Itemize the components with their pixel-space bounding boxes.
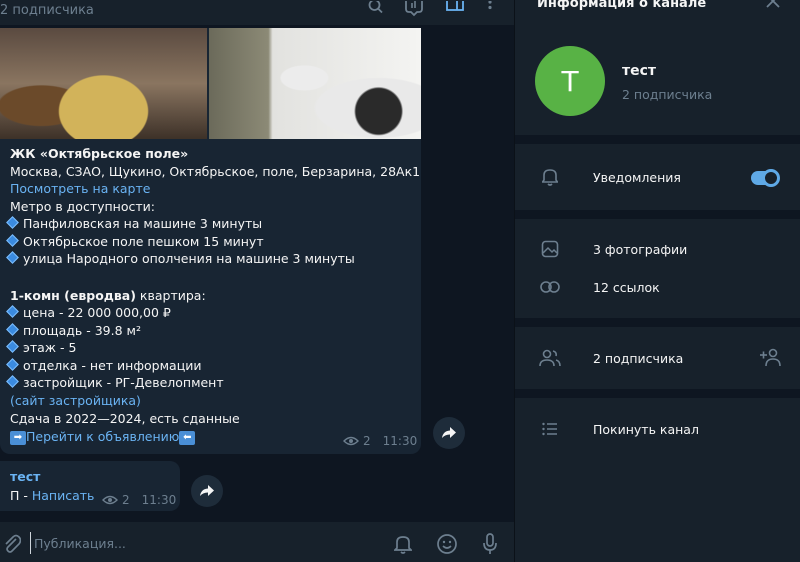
panel-title: Информация о канале: [537, 0, 707, 11]
photos-label: 3 фотографии: [593, 241, 688, 257]
post-photos[interactable]: [0, 28, 421, 139]
diamond-icon: [6, 323, 19, 336]
diamond-icon: [6, 340, 19, 353]
links-row[interactable]: 12 ссылок: [515, 269, 800, 305]
divider: [515, 135, 800, 144]
post-title: ЖК «Октябрьское поле»: [10, 146, 189, 161]
eye-icon: [343, 436, 359, 446]
sidebar-toggle-icon[interactable]: [445, 0, 465, 18]
post-address: Москва, СЗАО, Щукино, Октябрьское, поле,…: [10, 164, 421, 179]
microphone-icon[interactable]: [478, 532, 502, 556]
detail-item: этаж - 5: [0, 339, 76, 357]
notifications-label: Уведомления: [593, 169, 681, 185]
metro-item: Панфиловская на машине 3 минуты: [0, 215, 262, 233]
detail-item: отделка - нет информации: [0, 357, 201, 375]
metro-heading: Метро в доступности:: [10, 199, 155, 214]
diamond-icon: [6, 375, 19, 388]
channel-info-panel: Информация о канале Т тест 2 подписчика …: [514, 0, 800, 562]
photo-icon: [539, 238, 561, 260]
ad-link-line: ➡ Перейти к объявлению ⬅: [10, 428, 196, 446]
developer-site-link[interactable]: (сайт застройщика): [10, 392, 141, 410]
diamond-icon: [6, 251, 19, 264]
leave-channel-row[interactable]: Покинуть канал: [515, 411, 800, 447]
divider: [515, 318, 800, 327]
chat-header: 2 подписчика: [0, 0, 514, 25]
chat-area: 2 подписчика ЖК «Октябрьское поле» Москв…: [0, 0, 514, 562]
link-icon: [539, 276, 561, 298]
message-composer: [0, 522, 514, 562]
photos-row[interactable]: 3 фотографии: [515, 231, 800, 267]
diamond-icon: [6, 216, 19, 229]
channel-subscribers: 2 подписчика: [622, 87, 713, 102]
voice-chat-icon[interactable]: [404, 0, 424, 18]
ad-link[interactable]: Перейти к объявлению: [26, 429, 179, 444]
forward-button[interactable]: [433, 417, 465, 449]
detail-item: застройщик - РГ-Девелопмент: [0, 374, 224, 392]
arrow-left-icon: ⬅: [179, 430, 196, 445]
channel-name: тест: [622, 63, 657, 79]
post-input[interactable]: [30, 532, 330, 554]
search-icon[interactable]: [366, 0, 386, 18]
metro-item: улица Народного ополчения на машине 3 ми…: [0, 250, 355, 268]
more-menu-icon[interactable]: [480, 0, 500, 18]
members-icon: [539, 347, 561, 369]
post-views: 2: [363, 434, 371, 448]
write-link[interactable]: Написать: [32, 488, 95, 503]
message-time: 11:30: [141, 493, 177, 507]
members-row[interactable]: 2 подписчика: [515, 340, 800, 376]
post-time: 11:30: [382, 434, 418, 448]
divider: [515, 210, 800, 219]
detail-item: цена - 22 000 000,00 ₽: [0, 304, 171, 322]
share-arrow-icon: [442, 427, 456, 438]
attach-icon[interactable]: [0, 532, 24, 556]
delivery-text: Сдача в 2022—2024, есть сданные: [10, 411, 240, 426]
message-author[interactable]: тест: [10, 469, 40, 484]
leave-channel-label: Покинуть канал: [593, 421, 699, 437]
message-meta: 2 11:30: [102, 493, 176, 507]
metro-item: Октябрьское поле пешком 15 минут: [0, 233, 264, 251]
divider: [515, 389, 800, 398]
links-label: 12 ссылок: [593, 279, 660, 295]
post-meta: 2 11:30: [343, 434, 417, 448]
message-body: П - Написать: [10, 488, 95, 503]
text-message: тест П - Написать 2 11:30: [0, 461, 180, 511]
notifications-toggle[interactable]: [751, 169, 780, 187]
post-message: ЖК «Октябрьское поле» Москва, СЗАО, Щуки…: [0, 28, 421, 454]
diamond-icon: [6, 358, 19, 371]
chat-subscriber-count: 2 подписчика: [0, 3, 94, 18]
bell-icon[interactable]: [391, 532, 415, 556]
close-icon[interactable]: [765, 0, 785, 12]
toggle-knob: [762, 169, 780, 187]
bathroom-photo[interactable]: [209, 28, 421, 139]
bell-icon: [539, 166, 561, 188]
eye-icon: [102, 495, 118, 505]
add-member-icon[interactable]: [759, 347, 783, 369]
apartment-heading: 1-комн (евродва) квартира:: [10, 288, 206, 303]
emoji-icon[interactable]: [435, 532, 459, 556]
share-arrow-icon: [200, 485, 214, 496]
diamond-icon: [6, 234, 19, 247]
notifications-row[interactable]: Уведомления: [515, 159, 800, 195]
diamond-icon: [6, 305, 19, 318]
arrow-right-icon: ➡: [10, 430, 26, 445]
channel-avatar[interactable]: Т: [535, 46, 605, 116]
message-views: 2: [122, 493, 130, 507]
members-label: 2 подписчика: [593, 350, 684, 366]
detail-item: площадь - 39.8 м²: [0, 322, 141, 340]
dining-room-photo[interactable]: [0, 28, 207, 139]
forward-button[interactable]: [191, 475, 223, 507]
map-link[interactable]: Посмотреть на карте: [10, 180, 150, 198]
list-icon: [539, 418, 561, 440]
